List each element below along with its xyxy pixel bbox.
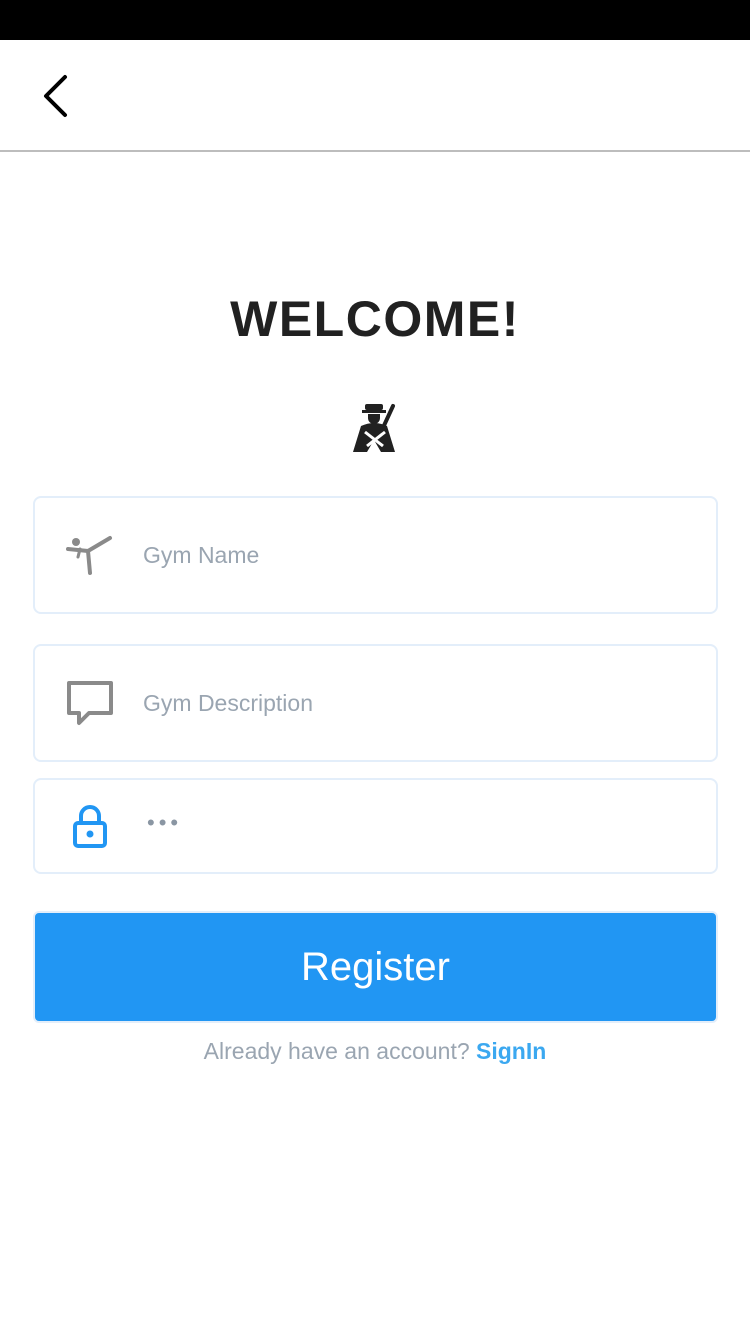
signin-prompt: Already have an account? SignIn xyxy=(0,1038,750,1065)
gym-name-input[interactable] xyxy=(143,498,696,612)
page-title: WELCOME! xyxy=(230,291,520,347)
password-input[interactable]: ••• xyxy=(147,810,182,836)
signin-link[interactable]: SignIn xyxy=(476,1038,546,1064)
back-button[interactable] xyxy=(28,70,84,122)
status-bar xyxy=(0,0,750,40)
register-button[interactable]: Register xyxy=(33,911,718,1023)
lock-icon xyxy=(63,799,117,853)
martial-artist-icon xyxy=(345,398,405,458)
message-square-icon xyxy=(63,676,117,730)
password-field: ••• xyxy=(33,778,718,874)
nav-bar xyxy=(0,40,750,152)
gym-description-field xyxy=(33,644,718,762)
gym-description-input[interactable] xyxy=(143,646,696,760)
gym-name-field xyxy=(33,496,718,614)
high-kick-icon xyxy=(63,528,117,582)
signin-prompt-text: Already have an account? xyxy=(203,1038,477,1064)
chevron-left-icon xyxy=(44,75,67,117)
